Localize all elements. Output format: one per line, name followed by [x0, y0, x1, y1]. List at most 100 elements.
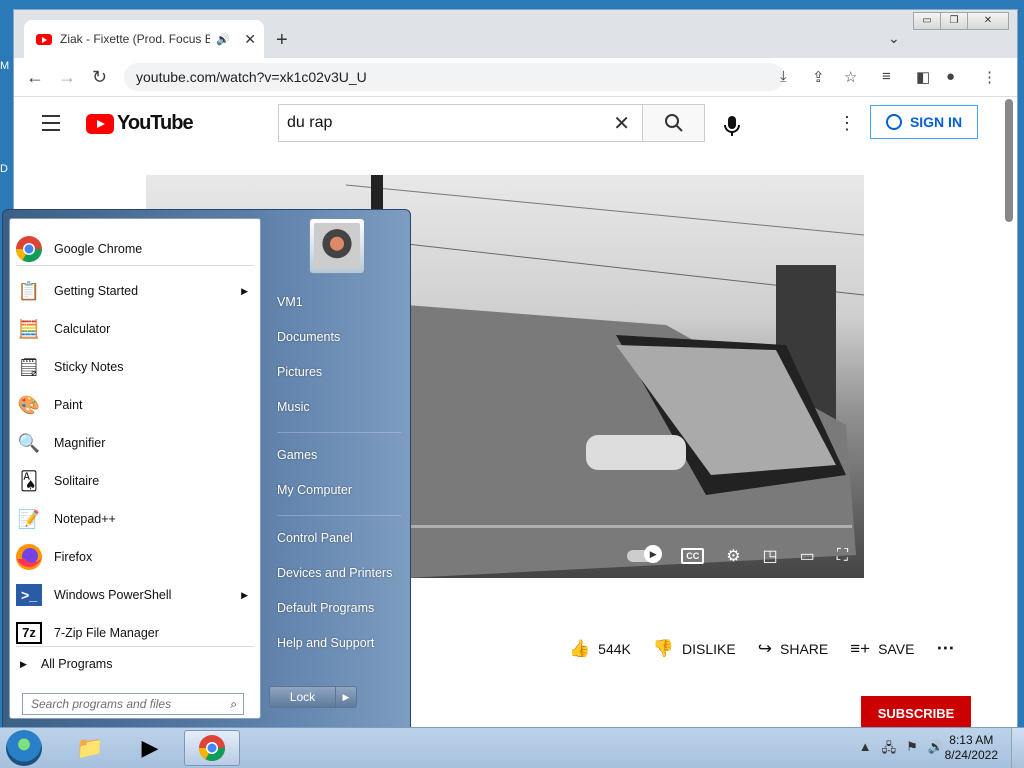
program-label: Notepad++ — [54, 512, 116, 526]
separator — [277, 432, 401, 433]
close-tab-icon[interactable]: ✕ — [244, 31, 256, 48]
program-windows-powershell[interactable]: >_ Windows PowerShell ▶ — [14, 577, 258, 613]
dislike-button[interactable]: 👎 DISLIKE — [653, 639, 736, 659]
action-center-flag-icon[interactable]: ⚑ — [906, 739, 918, 761]
subtitles-button[interactable]: CC — [681, 548, 705, 564]
all-programs-button[interactable]: ▶ All Programs — [20, 657, 112, 671]
share-button[interactable]: ↪ SHARE — [758, 639, 828, 659]
miniplayer-icon[interactable]: ◳ — [763, 546, 778, 566]
program-label: 7-Zip File Manager — [54, 626, 159, 640]
place-music[interactable]: Music — [269, 397, 409, 432]
bookmark-star-icon[interactable]: ☆ — [844, 68, 857, 86]
user-avatar[interactable] — [309, 218, 365, 274]
install-app-icon[interactable]: ⤓ — [780, 68, 787, 85]
minimize-button[interactable]: ▭ — [913, 12, 941, 30]
shutdown-options-arrow-icon[interactable]: ▶ — [336, 687, 356, 707]
show-desktop-button[interactable] — [1011, 728, 1024, 768]
like-button[interactable]: 👍 544K — [569, 639, 631, 659]
submenu-arrow-icon[interactable]: ▶ — [241, 590, 248, 601]
save-label: SAVE — [878, 640, 915, 657]
fullscreen-icon[interactable]: ⛶ — [837, 547, 848, 565]
back-icon[interactable]: ← — [26, 67, 44, 88]
url-text[interactable]: youtube.com/watch?v=xk1c02v3U_U — [136, 69, 367, 85]
share-page-icon[interactable]: ⇪ — [812, 68, 825, 86]
sign-in-button[interactable]: SIGN IN — [870, 105, 978, 139]
subscribe-button[interactable]: SUBSCRIBE — [861, 696, 971, 728]
powershell-icon: >_ — [14, 580, 44, 610]
new-tab-button[interactable]: + — [276, 29, 288, 52]
search-input[interactable]: du rap ✕ — [278, 104, 643, 142]
close-window-button[interactable]: ✕ — [967, 12, 1009, 30]
hamburger-menu-icon[interactable] — [42, 115, 60, 136]
program-calculator[interactable]: 🧮 Calculator — [14, 311, 258, 347]
program-label: Magnifier — [54, 436, 106, 450]
program-label: Windows PowerShell — [54, 588, 172, 602]
playlist-add-icon: ≡+ — [850, 638, 871, 658]
system-tray: ▲ 🖧 ⚑ 🔊 — [859, 739, 944, 761]
more-actions-icon[interactable]: ⋯ — [936, 638, 954, 659]
network-icon[interactable]: 🖧 — [882, 739, 897, 761]
theater-mode-icon[interactable]: ▭ — [800, 546, 815, 566]
maximize-button[interactable]: ❐ — [940, 12, 968, 30]
taskbar-explorer-icon[interactable]: 📁 — [62, 730, 118, 766]
program-paint[interactable]: 🎨 Paint — [14, 387, 258, 423]
sign-in-label: SIGN IN — [909, 114, 963, 130]
show-hidden-icons-icon[interactable]: ▲ — [859, 739, 872, 761]
search-query[interactable]: du rap — [287, 114, 601, 132]
side-panel-icon[interactable]: ◧ — [916, 68, 930, 86]
place-documents[interactable]: Documents — [269, 327, 409, 362]
chrome-menu-icon[interactable]: ⋮ — [982, 68, 997, 86]
voice-search-mic-icon[interactable] — [724, 115, 740, 140]
place-help-support[interactable]: Help and Support — [269, 633, 409, 668]
clear-search-icon[interactable]: ✕ — [601, 111, 642, 136]
start-button[interactable] — [6, 730, 42, 766]
volume-icon[interactable]: 🔊 — [928, 739, 944, 761]
youtube-logo[interactable]: YouTube — [86, 112, 194, 135]
submenu-arrow-icon[interactable]: ▶ — [241, 286, 248, 297]
settings-kebab-icon[interactable]: ⋮ — [838, 113, 856, 134]
place-default-programs[interactable]: Default Programs — [269, 598, 409, 633]
reload-icon[interactable]: ↻ — [92, 67, 107, 88]
scrollbar-thumb[interactable] — [1005, 99, 1013, 222]
autoplay-toggle[interactable] — [627, 545, 663, 563]
like-count: 544K — [598, 640, 631, 657]
video-actions: 👍 544K 👎 DISLIKE ↪ SHARE ≡+ SAVE ⋯ — [569, 638, 976, 659]
forward-icon[interactable]: → — [58, 67, 76, 88]
save-button[interactable]: ≡+ SAVE — [850, 639, 914, 659]
tab-title: Ziak - Fixette (Prod. Focus Be — [60, 32, 210, 46]
program-magnifier[interactable]: 🔍 Magnifier — [14, 425, 258, 461]
program-google-chrome[interactable]: Google Chrome — [14, 231, 258, 267]
program-getting-started[interactable]: 📋 Getting Started ▶ — [14, 273, 258, 309]
audio-playing-icon[interactable]: 🔊 — [216, 33, 230, 46]
place-games[interactable]: Games — [269, 445, 409, 480]
browser-tab[interactable]: Ziak - Fixette (Prod. Focus Be 🔊 ✕ — [24, 20, 264, 58]
program-sticky-notes[interactable]: 🗒 Sticky Notes — [14, 349, 258, 385]
omnibox[interactable]: 🔒 youtube.com/watch?v=xk1c02v3U_U — [124, 63, 784, 561]
search-button[interactable] — [642, 104, 705, 142]
right-triangle-icon: ▶ — [20, 658, 27, 669]
program-firefox[interactable]: Firefox — [14, 539, 258, 575]
program-solitaire[interactable]: 🂡 Solitaire — [14, 463, 258, 499]
place-vm1[interactable]: VM1 — [269, 292, 409, 327]
place-control-panel[interactable]: Control Panel — [269, 528, 409, 563]
tab-search-chevron-icon[interactable]: ⌄ — [888, 30, 900, 47]
media-control-icon[interactable]: ≡ — [882, 68, 891, 85]
calculator-icon: 🧮 — [17, 318, 41, 339]
taskbar-chrome-icon[interactable] — [184, 730, 240, 766]
place-pictures[interactable]: Pictures — [269, 362, 409, 397]
clock[interactable]: 8:13 AM 8/24/2022 — [945, 733, 998, 763]
place-my-computer[interactable]: My Computer — [269, 480, 409, 515]
lock-button[interactable]: Lock ▶ — [269, 686, 357, 708]
place-devices-printers[interactable]: Devices and Printers — [269, 563, 409, 598]
start-menu: Google Chrome 📋 Getting Started ▶ 🧮 Calc… — [2, 209, 411, 728]
title-bar: Ziak - Fixette (Prod. Focus Be 🔊 ✕ + ⌄ ▭… — [14, 10, 1017, 58]
taskbar-media-player-icon[interactable]: ▶ — [122, 730, 178, 766]
settings-gear-icon[interactable]: ⚙ — [726, 546, 740, 566]
magnifier-icon: 🔍 — [17, 432, 41, 453]
youtube-play-logo-icon — [86, 113, 114, 134]
profile-avatar-icon[interactable]: ● — [946, 68, 955, 85]
start-search-input[interactable]: Search programs and files ⌕ — [22, 693, 244, 715]
program-label: Firefox — [54, 550, 93, 564]
program-notepad-plus-plus[interactable]: 📝 Notepad++ — [14, 501, 258, 537]
lock-label: Lock — [270, 687, 336, 707]
